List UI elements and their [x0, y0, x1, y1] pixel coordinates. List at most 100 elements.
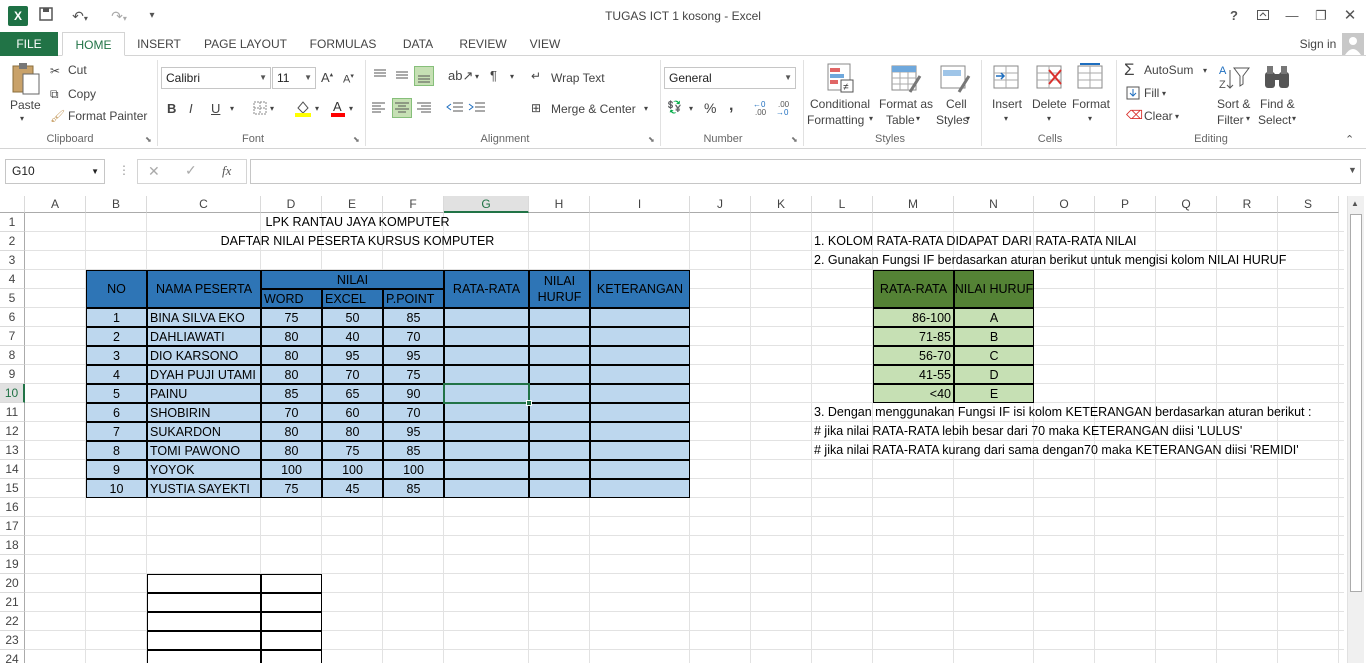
table-cell-nilai-huruf[interactable] [529, 403, 590, 422]
grade-cell-range[interactable]: 56-70 [873, 346, 954, 365]
table-cell-ppoint[interactable]: 100 [383, 460, 444, 479]
format-cells-button[interactable]: Format [1072, 97, 1110, 111]
tab-data[interactable]: DATA [392, 32, 444, 56]
row-header-6[interactable]: 6 [0, 308, 25, 327]
row-header-17[interactable]: 17 [0, 517, 25, 536]
table-cell-ppoint[interactable]: 95 [383, 346, 444, 365]
table-cell-ppoint[interactable]: 70 [383, 327, 444, 346]
header-word[interactable]: WORD [261, 289, 322, 308]
table-cell-excel[interactable]: 70 [322, 365, 383, 384]
tab-home[interactable]: HOME [62, 32, 125, 56]
table-cell-word[interactable]: 75 [261, 308, 322, 327]
empty-table-cell[interactable] [147, 574, 261, 593]
table-cell-nilai-huruf[interactable] [529, 422, 590, 441]
help-button[interactable]: ? [1222, 6, 1246, 26]
column-header-o[interactable]: O [1034, 196, 1095, 213]
alignment-launcher-icon[interactable]: ⬊ [648, 135, 655, 144]
delete-cells-icon[interactable] [1035, 62, 1065, 95]
table-cell-keterangan[interactable] [590, 327, 690, 346]
table-cell-ppoint[interactable]: 85 [383, 441, 444, 460]
eraser-icon[interactable]: ⌫ [1126, 108, 1143, 122]
conditional-formatting-icon[interactable]: ≠ [826, 62, 856, 99]
grade-header-nilai-huruf[interactable]: NILAI HURUF [954, 270, 1034, 308]
table-cell-no[interactable]: 5 [86, 384, 147, 403]
table-cell-keterangan[interactable] [590, 479, 690, 498]
vertical-scrollbar[interactable]: ▲ [1347, 196, 1364, 663]
row-header-14[interactable]: 14 [0, 460, 25, 479]
find-select-label2[interactable]: Select [1258, 113, 1291, 127]
orientation-icon[interactable]: ab↗ [448, 68, 473, 84]
table-cell-nilai-huruf[interactable] [529, 460, 590, 479]
header-nilai[interactable]: NILAI [261, 270, 444, 289]
header-excel[interactable]: EXCEL [322, 289, 383, 308]
empty-table-cell[interactable] [261, 574, 322, 593]
table-cell-nama[interactable]: DIO KARSONO [147, 346, 261, 365]
bold-button[interactable]: B [167, 101, 176, 116]
binoculars-icon[interactable] [1263, 64, 1293, 95]
column-header-c[interactable]: C [147, 196, 261, 213]
merge-center-icon[interactable]: ⊞ [531, 101, 541, 115]
title-daftar-nilai[interactable]: DAFTAR NILAI PESERTA KURSUS KOMPUTER [25, 232, 690, 251]
number-launcher-icon[interactable]: ⬊ [791, 135, 798, 144]
table-cell-rata-rata[interactable] [444, 460, 529, 479]
table-cell-excel[interactable]: 95 [322, 346, 383, 365]
column-header-i[interactable]: I [590, 196, 690, 213]
row-header-5[interactable]: 5 [0, 289, 25, 308]
format-painter-icon[interactable]: 🖌 [50, 109, 65, 123]
table-cell-rata-rata[interactable] [444, 441, 529, 460]
format-painter-button[interactable]: Format Painter [68, 109, 147, 123]
fill-icon[interactable] [1126, 86, 1140, 103]
table-cell-ppoint[interactable]: 90 [383, 384, 444, 403]
empty-table-cell[interactable] [261, 593, 322, 612]
table-cell-keterangan[interactable] [590, 308, 690, 327]
font-color-icon[interactable]: A [330, 99, 346, 120]
fill-button[interactable]: Fill [1144, 86, 1159, 100]
fill-dropdown-icon[interactable]: ▾ [1162, 89, 1166, 98]
row-header-15[interactable]: 15 [0, 479, 25, 498]
find-select-dropdown-icon[interactable]: ▾ [1292, 114, 1296, 123]
cut-button[interactable]: Cut [68, 63, 87, 77]
cell-styles-dropdown-icon[interactable]: ▾ [966, 114, 970, 123]
row-header-4[interactable]: 4 [0, 270, 25, 289]
table-cell-nilai-huruf[interactable] [529, 308, 590, 327]
avatar[interactable] [1342, 33, 1364, 55]
italic-button[interactable]: I [189, 101, 193, 116]
empty-table-cell[interactable] [261, 631, 322, 650]
align-center-icon[interactable] [392, 98, 412, 118]
fill-color-dropdown-icon[interactable]: ▾ [315, 104, 319, 113]
cell-styles-icon[interactable] [939, 62, 971, 99]
column-header-e[interactable]: E [322, 196, 383, 213]
table-cell-nilai-huruf[interactable] [529, 441, 590, 460]
column-header-d[interactable]: D [261, 196, 322, 213]
grade-cell-range[interactable]: 71-85 [873, 327, 954, 346]
table-cell-rata-rata[interactable] [444, 365, 529, 384]
column-header-j[interactable]: J [690, 196, 751, 213]
column-header-k[interactable]: K [751, 196, 812, 213]
decrease-font-size-icon[interactable]: A▾ [343, 72, 354, 86]
tab-formulas[interactable]: FORMULAS [303, 32, 383, 56]
borders-dropdown-icon[interactable]: ▾ [270, 104, 274, 113]
select-all-corner[interactable] [0, 196, 25, 213]
column-header-g[interactable]: G [444, 196, 529, 213]
cell-styles-label2[interactable]: Styles [936, 113, 969, 127]
table-cell-no[interactable]: 6 [86, 403, 147, 422]
empty-table-cell[interactable] [147, 593, 261, 612]
grade-cell-range[interactable]: 41-55 [873, 365, 954, 384]
table-cell-keterangan[interactable] [590, 403, 690, 422]
column-header-h[interactable]: H [529, 196, 590, 213]
formula-input[interactable] [250, 159, 1361, 184]
title-lpk[interactable]: LPK RANTAU JAYA KOMPUTER [25, 213, 690, 232]
table-cell-rata-rata[interactable] [444, 327, 529, 346]
header-nama-peserta[interactable]: NAMA PESERTA [147, 270, 261, 308]
autosum-button[interactable]: AutoSum [1144, 63, 1193, 77]
name-box[interactable]: G10 ▼ [5, 159, 105, 184]
header-rata-rata[interactable]: RATA-RATA [444, 270, 529, 308]
format-as-table-label2[interactable]: Table [886, 113, 915, 127]
increase-font-size-icon[interactable]: A▴ [321, 70, 333, 85]
table-cell-nilai-huruf[interactable] [529, 327, 590, 346]
accounting-format-icon[interactable]: 💱 [667, 100, 682, 114]
row-header-10[interactable]: 10 [0, 384, 25, 403]
table-cell-keterangan[interactable] [590, 460, 690, 479]
format-as-table-dropdown-icon[interactable]: ▾ [916, 114, 920, 123]
grade-cell-letter[interactable]: D [954, 365, 1034, 384]
